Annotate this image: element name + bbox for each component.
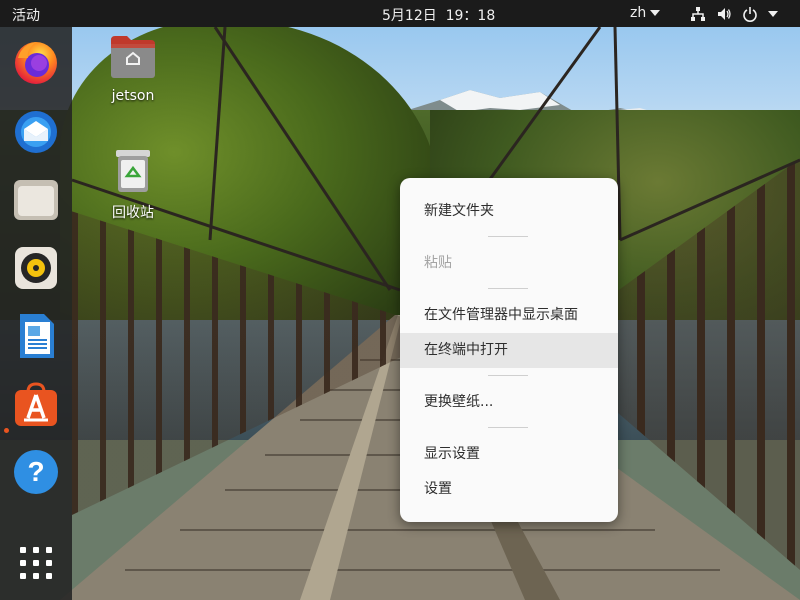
show-applications-button[interactable] xyxy=(12,539,60,587)
desktop-screen: 活动 5月12日 19：18 zh ? jetson 回收站 新建文件夹 粘贴 … xyxy=(0,0,800,600)
date-time-clock[interactable]: 5月12日 19：18 xyxy=(382,5,495,25)
system-status-menu[interactable] xyxy=(690,5,778,23)
app-grid-icon xyxy=(20,547,52,579)
menu-item-display-settings[interactable]: 显示设置 xyxy=(400,437,618,472)
desktop-icon-label: jetson xyxy=(111,88,155,104)
dock: ? xyxy=(0,27,72,600)
dock-item-firefox[interactable] xyxy=(12,38,60,86)
thunderbird-icon xyxy=(15,111,57,153)
chevron-down-icon xyxy=(768,11,778,17)
home-folder-icon xyxy=(111,36,155,78)
dock-item-files[interactable] xyxy=(12,176,60,224)
files-icon xyxy=(14,180,58,220)
rhythmbox-icon xyxy=(15,247,57,289)
activities-button[interactable]: 活动 xyxy=(12,5,40,25)
menu-separator xyxy=(488,288,528,289)
dock-item-thunderbird[interactable] xyxy=(12,107,60,155)
chevron-down-icon xyxy=(650,10,661,16)
dock-item-ubuntu-software[interactable] xyxy=(12,380,60,428)
menu-item-settings[interactable]: 设置 xyxy=(400,472,618,507)
input-method-menu[interactable]: zh xyxy=(630,5,661,21)
volume-icon xyxy=(718,8,731,20)
menu-separator xyxy=(488,427,528,428)
desktop-icon-trash[interactable]: 回收站 xyxy=(98,148,168,222)
menu-item-open-in-terminal[interactable]: 在终端中打开 xyxy=(400,333,618,368)
menu-separator xyxy=(488,236,528,237)
menu-item-paste: 粘贴 xyxy=(424,255,452,271)
top-bar: 活动 5月12日 19：18 zh xyxy=(0,0,800,27)
input-method-label: zh xyxy=(630,5,647,21)
menu-item-change-background[interactable]: 更换壁纸... xyxy=(400,385,618,420)
network-wired-icon xyxy=(691,7,705,21)
trash-icon xyxy=(116,150,150,192)
desktop-context-menu: 新建文件夹 粘贴 在文件管理器中显示桌面 在终端中打开 更换壁纸... 显示设置… xyxy=(400,178,618,522)
running-indicator xyxy=(4,428,9,433)
power-icon xyxy=(743,7,757,22)
dock-item-rhythmbox[interactable] xyxy=(12,244,60,292)
dock-item-help[interactable]: ? xyxy=(12,448,60,496)
menu-item-show-desktop-in-files[interactable]: 在文件管理器中显示桌面 xyxy=(400,298,618,333)
menu-separator xyxy=(488,375,528,376)
firefox-icon xyxy=(15,42,57,84)
dock-item-libreoffice-writer[interactable] xyxy=(12,312,60,360)
menu-item-new-folder[interactable]: 新建文件夹 xyxy=(400,194,618,229)
libreoffice-writer-icon xyxy=(20,314,54,358)
desktop-icon-label: 回收站 xyxy=(112,205,154,221)
help-icon: ? xyxy=(14,450,58,494)
svg-text:?: ? xyxy=(27,456,44,487)
desktop-icon-home[interactable]: jetson xyxy=(98,34,168,104)
ubuntu-software-icon xyxy=(15,382,57,426)
